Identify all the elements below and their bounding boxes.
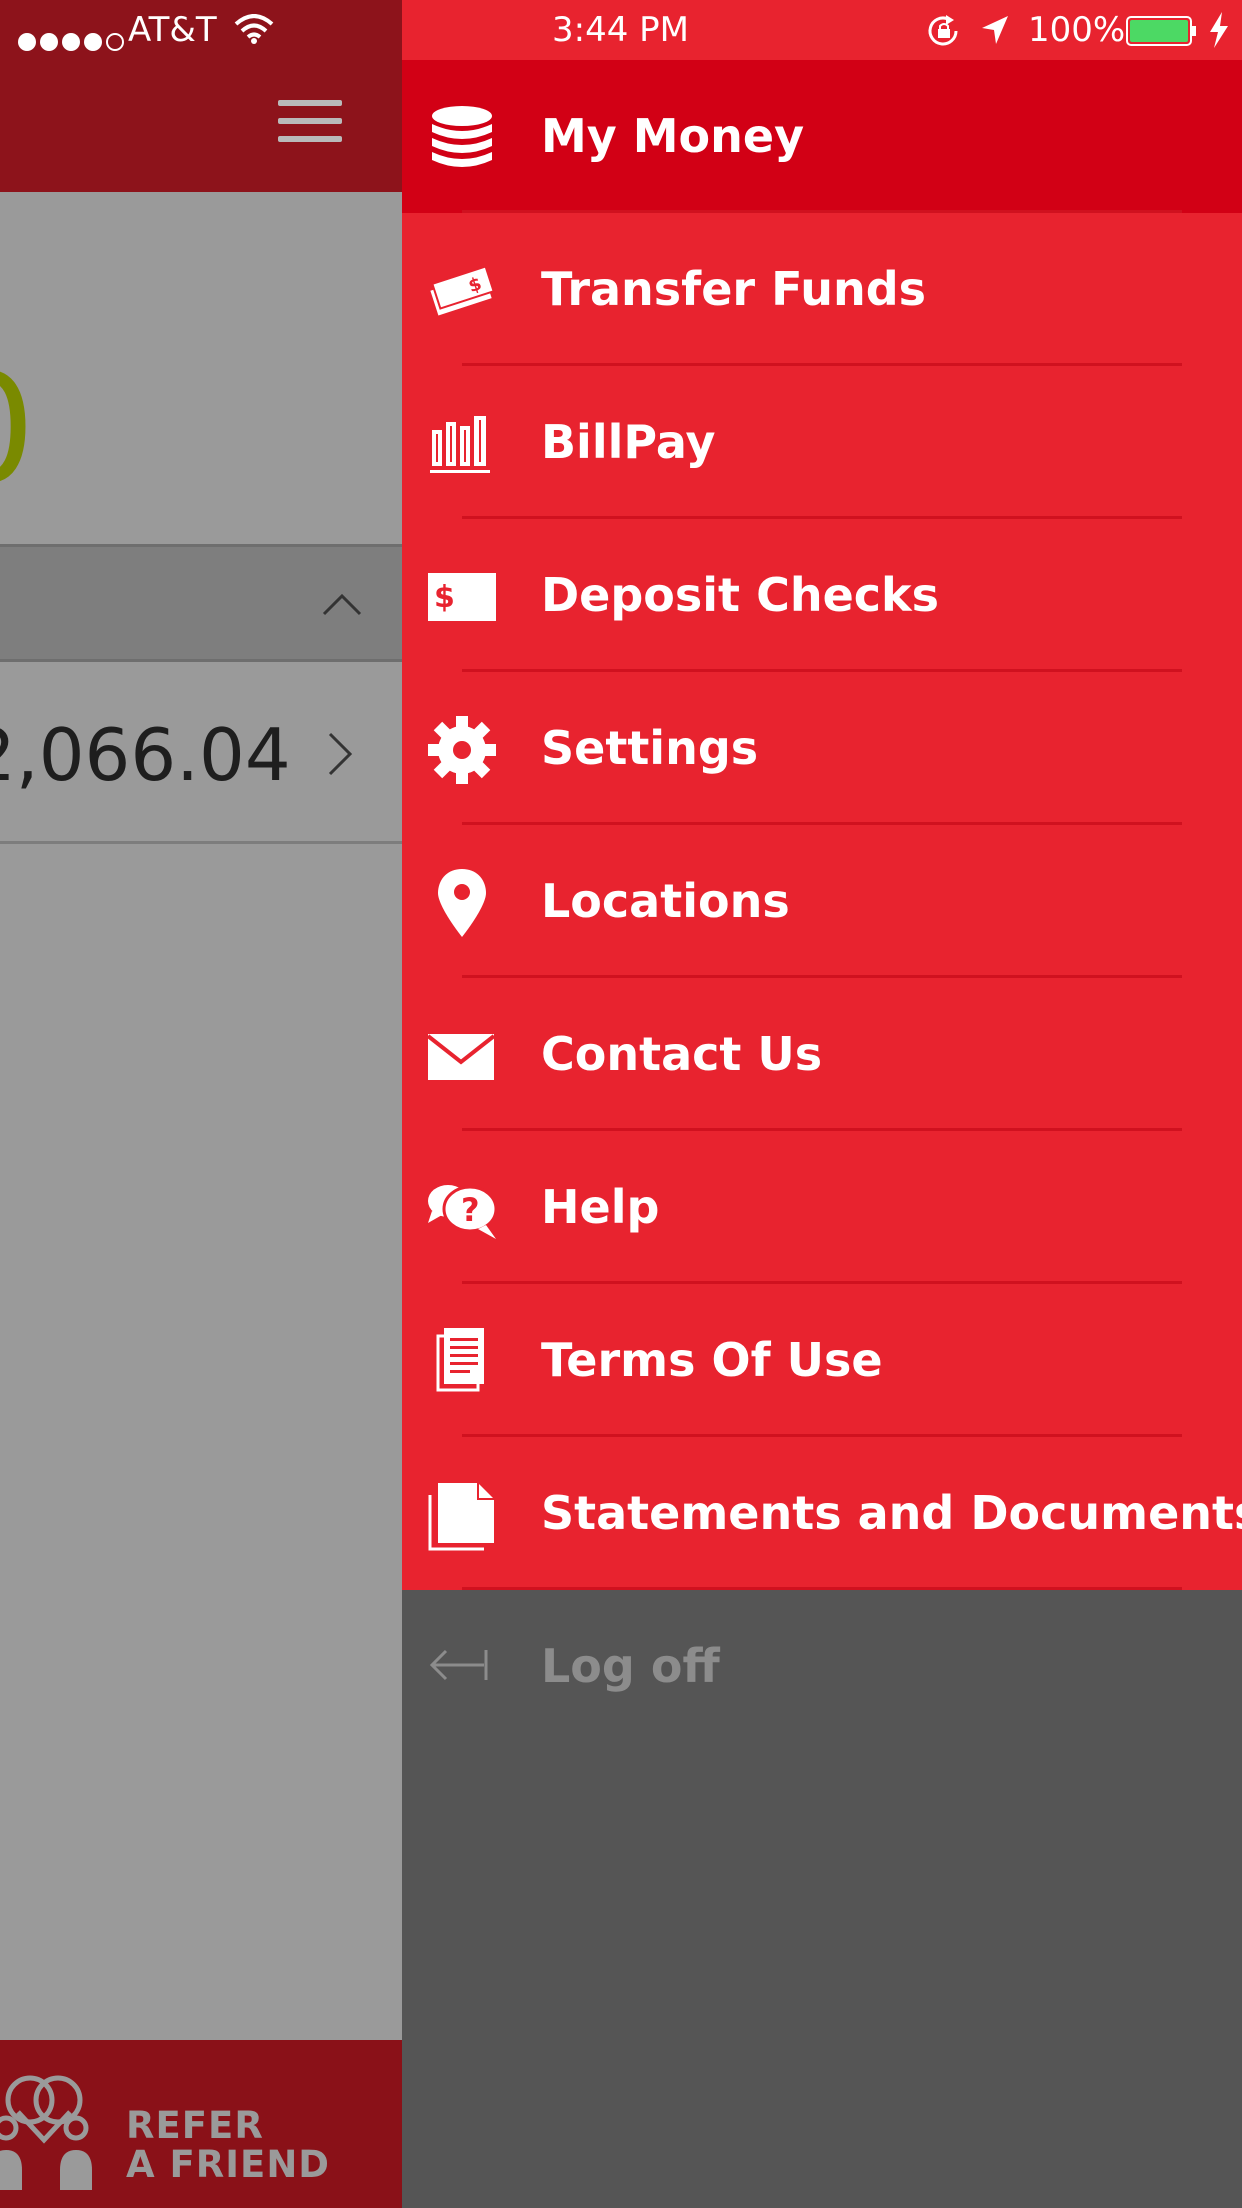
menu-item-label: Deposit Checks xyxy=(541,568,940,622)
battery-icon xyxy=(1126,16,1196,46)
check-dollar-icon: $ xyxy=(428,573,496,621)
chevron-up-icon[interactable] xyxy=(322,592,362,616)
charging-bolt-icon xyxy=(1210,12,1228,48)
battery-percentage: 100% xyxy=(1028,10,1126,50)
logoff-button[interactable]: Log off xyxy=(402,1590,1242,1743)
account-amount: 2,066.04 xyxy=(0,713,291,797)
refer-line-1: REFER xyxy=(126,2104,264,2147)
wifi-icon xyxy=(234,14,274,44)
envelope-icon xyxy=(426,1034,496,1080)
status-time: 3:44 PM xyxy=(552,10,689,50)
menu-item-label: Contact Us xyxy=(541,1027,823,1081)
carrier-name: AT&T xyxy=(128,10,217,50)
hamburger-menu-icon[interactable] xyxy=(278,100,344,144)
menu-item-locations[interactable]: Locations xyxy=(402,825,1242,978)
status-bar: AT&T 3:44 PM 100% xyxy=(0,0,1242,60)
menu-item-terms-of-use[interactable]: Terms Of Use xyxy=(402,1284,1242,1437)
refer-line-2: A FRIEND xyxy=(126,2143,331,2186)
menu-item-label: Transfer Funds xyxy=(541,262,927,316)
menu-item-billpay[interactable]: BillPay xyxy=(402,366,1242,519)
menu-item-label: My Money xyxy=(541,109,805,163)
menu-item-deposit-checks[interactable]: $ Deposit Checks xyxy=(402,519,1242,672)
menu-item-transfer-funds[interactable]: $ Transfer Funds xyxy=(402,213,1242,366)
menu-item-label: Settings xyxy=(541,721,759,775)
menu-item-statements-and-documents[interactable]: Statements and Documents xyxy=(402,1437,1242,1590)
background-app-view[interactable]: 0 2,066.04 REFER A FRIEND xyxy=(0,0,402,2208)
refer-a-friend-label[interactable]: REFER A FRIEND xyxy=(126,2106,330,2184)
screen: 0 2,066.04 REFER A FRIEND xyxy=(0,0,1242,2208)
coins-stack-icon xyxy=(432,106,492,167)
location-arrow-icon xyxy=(982,16,1008,44)
total-balance-fragment: 0 xyxy=(0,355,400,505)
menu-item-label: Locations xyxy=(541,874,790,928)
refer-friend-icon xyxy=(0,2075,92,2190)
money-bills-icon: $ xyxy=(430,265,495,316)
svg-text:?: ? xyxy=(461,1191,480,1229)
logoff-arrow-icon xyxy=(429,1649,488,1681)
menu-item-contact-us[interactable]: Contact Us xyxy=(402,978,1242,1131)
chevron-right-icon[interactable] xyxy=(326,730,354,778)
side-menu-drawer: My Money $ Transfer Funds BillPay $ Depo… xyxy=(402,60,1242,2208)
menu-item-help[interactable]: ? Help xyxy=(402,1131,1242,1284)
logoff-label: Log off xyxy=(541,1639,720,1693)
map-pin-icon xyxy=(438,869,486,937)
gear-icon xyxy=(428,716,496,784)
menu-item-label: Terms Of Use xyxy=(541,1333,883,1387)
bills-ledger-icon xyxy=(430,416,490,473)
svg-text:$: $ xyxy=(434,580,455,615)
menu-item-label: Help xyxy=(541,1180,660,1234)
menu-item-my-money[interactable]: My Money xyxy=(402,60,1242,213)
document-lines-icon xyxy=(436,1328,484,1392)
help-chat-icon: ? xyxy=(428,1185,498,1239)
menu-item-settings[interactable]: Settings xyxy=(402,672,1242,825)
documents-stack-icon xyxy=(428,1483,494,1551)
signal-strength-icon xyxy=(18,20,128,51)
rotation-lock-icon xyxy=(928,15,958,46)
menu-item-label: BillPay xyxy=(541,415,716,469)
menu-list: My Money $ Transfer Funds BillPay $ Depo… xyxy=(402,60,1242,1590)
menu-item-label: Statements and Documents xyxy=(541,1486,1242,1540)
